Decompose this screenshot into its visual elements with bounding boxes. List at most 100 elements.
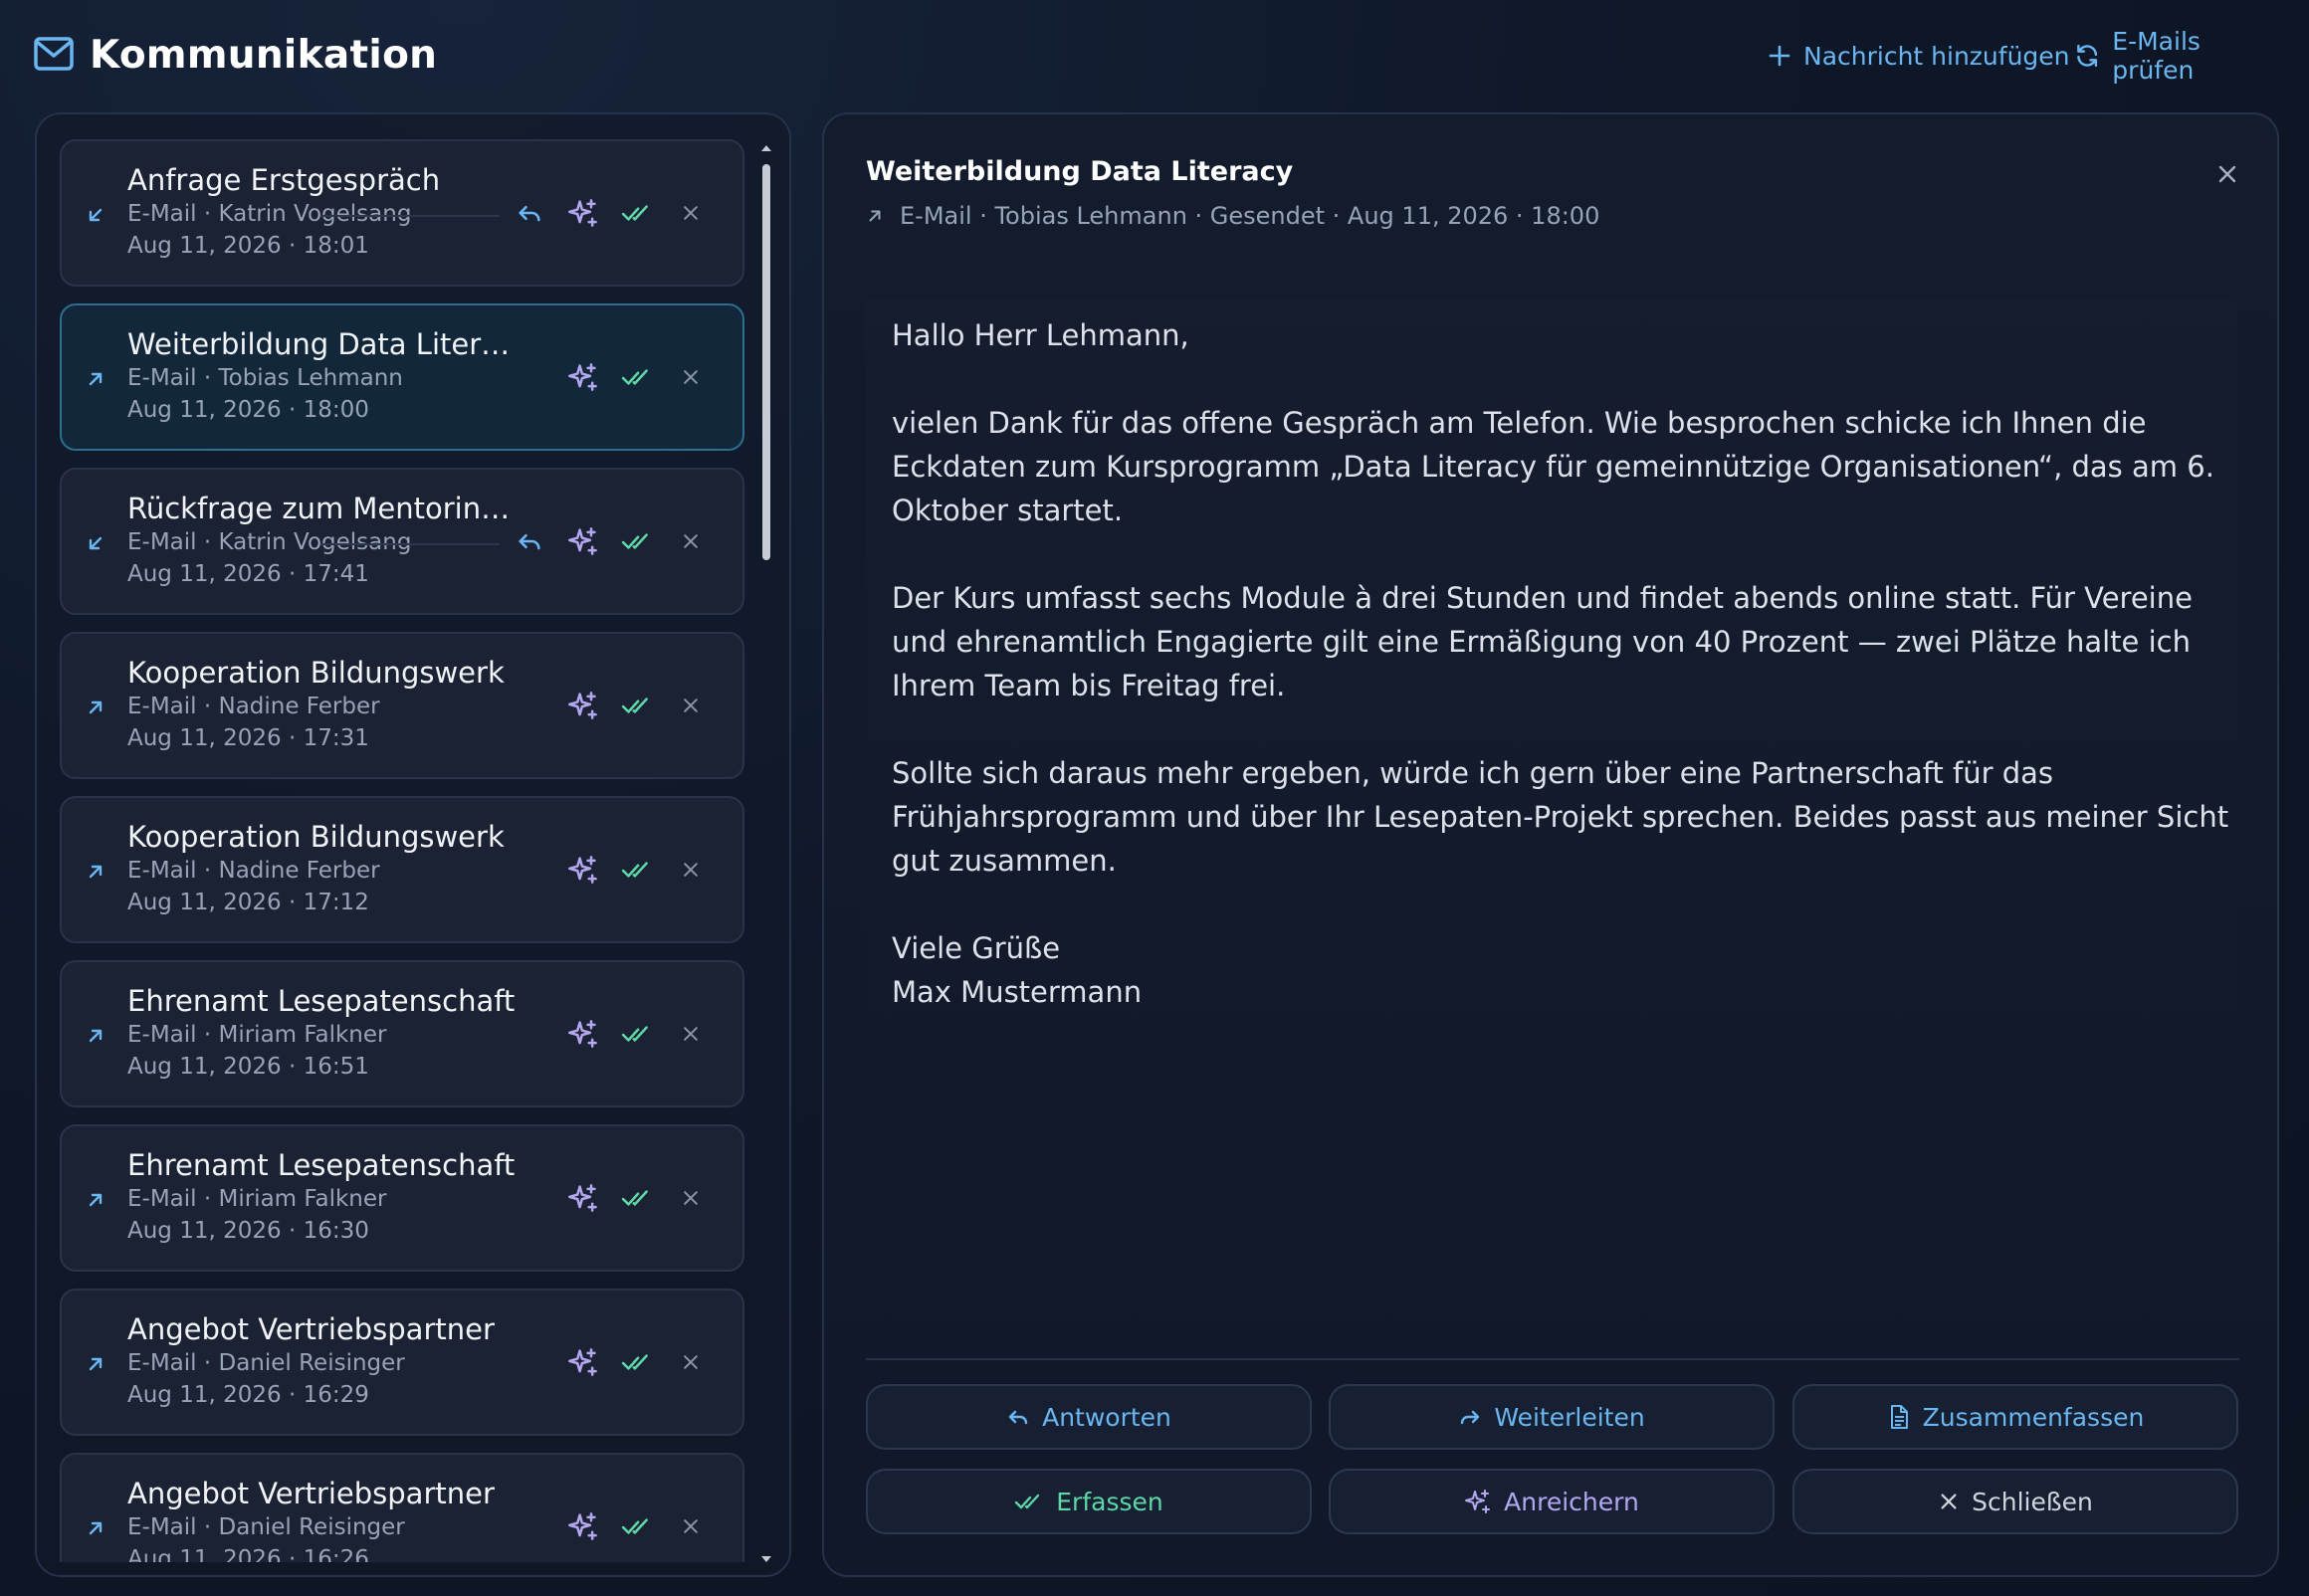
dismiss-button[interactable] bbox=[673, 195, 709, 231]
enrich-button[interactable] bbox=[565, 852, 601, 888]
close-button[interactable]: Schließen bbox=[1792, 1469, 2238, 1534]
enrich-button[interactable] bbox=[565, 195, 601, 231]
double-check-icon bbox=[1015, 1494, 1040, 1509]
dismiss-button[interactable] bbox=[673, 1344, 709, 1380]
message-meta: E-Mail · Daniel Reisinger bbox=[127, 1514, 405, 1540]
message-detail-panel: Weiterbildung Data Literacy E-Mail · Tob… bbox=[822, 112, 2279, 1577]
detail-title: Weiterbildung Data Literacy bbox=[866, 156, 1294, 187]
enrich-button[interactable] bbox=[565, 523, 601, 559]
enrich-button[interactable] bbox=[565, 1016, 601, 1052]
mark-done-button[interactable] bbox=[619, 1344, 655, 1380]
mark-done-button[interactable] bbox=[619, 1180, 655, 1216]
sparkles-icon bbox=[568, 199, 597, 227]
reply-button[interactable] bbox=[512, 523, 547, 559]
arrow-up-right-icon bbox=[89, 1193, 103, 1207]
scrollbar-thumb[interactable] bbox=[762, 164, 770, 560]
body-paragraph-2: Der Kurs umfasst sechs Module à drei Stu… bbox=[892, 581, 2193, 702]
scrollbar[interactable] bbox=[760, 142, 772, 1565]
message-subject: Rückfrage zum Mentoring ... bbox=[127, 492, 525, 525]
sparkles-icon bbox=[568, 363, 597, 391]
message-subject: Anfrage Erstgespräch bbox=[127, 163, 441, 197]
sparkles-icon bbox=[568, 1348, 597, 1376]
arrow-up-right-icon bbox=[89, 1029, 103, 1043]
mark-done-button[interactable] bbox=[619, 195, 655, 231]
dismiss-button[interactable] bbox=[673, 852, 709, 888]
mark-done-button[interactable] bbox=[619, 688, 655, 723]
message-date: Aug 11, 2026 · 18:00 bbox=[127, 397, 369, 423]
close-icon bbox=[684, 1027, 698, 1041]
double-check-icon bbox=[621, 205, 648, 221]
check-emails-button[interactable]: E-Mails prüfen bbox=[2074, 27, 2279, 85]
divider bbox=[320, 215, 500, 217]
enrich-button[interactable]: Anreichern bbox=[1329, 1469, 1775, 1534]
message-card[interactable]: Anfrage Erstgespräch E-Mail · Katrin Voge… bbox=[60, 139, 744, 287]
body-closing: Viele Grüße bbox=[892, 931, 1061, 965]
mark-done-button[interactable] bbox=[619, 1508, 655, 1544]
message-card[interactable]: Rückfrage zum Mentoring ... E-Mail · Katr… bbox=[60, 468, 744, 615]
dismiss-button[interactable] bbox=[673, 1508, 709, 1544]
message-card[interactable]: Weiterbildung Data Literacy E-Mail · Tobi… bbox=[60, 303, 744, 451]
message-meta: E-Mail · Daniel Reisinger bbox=[127, 1350, 405, 1376]
dismiss-button[interactable] bbox=[673, 688, 709, 723]
sparkles-icon bbox=[568, 692, 597, 719]
mark-done-button[interactable] bbox=[619, 523, 655, 559]
add-message-label: Nachricht hinzufügen bbox=[1803, 41, 2070, 71]
message-list[interactable]: Anfrage Erstgespräch E-Mail · Katrin Voge… bbox=[60, 139, 746, 1562]
message-date: Aug 11, 2026 · 18:01 bbox=[127, 233, 369, 259]
message-date: Aug 11, 2026 · 16:26 bbox=[127, 1546, 369, 1562]
reply-button[interactable] bbox=[512, 195, 547, 231]
arrow-down-left-icon bbox=[89, 536, 103, 550]
close-icon bbox=[684, 206, 698, 220]
double-check-icon bbox=[621, 862, 648, 878]
capture-label: Erfassen bbox=[1056, 1487, 1163, 1516]
message-card[interactable]: Ehrenamt Lesepatenschaft E-Mail · Miriam … bbox=[60, 1124, 744, 1272]
capture-button[interactable]: Erfassen bbox=[866, 1469, 1312, 1534]
plus-icon bbox=[1769, 45, 1790, 67]
double-check-icon bbox=[621, 1026, 648, 1042]
mark-done-button[interactable] bbox=[619, 852, 655, 888]
body-paragraph-3: Sollte sich daraus mehr ergeben, würde i… bbox=[892, 756, 2229, 878]
message-card[interactable]: Angebot Vertriebspartner E-Mail · Daniel … bbox=[60, 1453, 744, 1562]
message-card[interactable]: Kooperation Bildungswerk E-Mail · Nadine … bbox=[60, 796, 744, 943]
dismiss-button[interactable] bbox=[673, 1180, 709, 1216]
forward-label: Weiterleiten bbox=[1494, 1402, 1645, 1432]
arrow-up-right-icon bbox=[89, 700, 103, 714]
message-card[interactable]: Ehrenamt Lesepatenschaft E-Mail · Miriam … bbox=[60, 960, 744, 1107]
forward-button[interactable]: Weiterleiten bbox=[1329, 1384, 1775, 1450]
summarize-button[interactable]: Zusammenfassen bbox=[1792, 1384, 2238, 1450]
dismiss-button[interactable] bbox=[673, 1016, 709, 1052]
enrich-button[interactable] bbox=[565, 359, 601, 395]
message-date: Aug 11, 2026 · 16:51 bbox=[127, 1054, 369, 1080]
message-subject: Ehrenamt Lesepatenschaft bbox=[127, 984, 516, 1018]
enrich-button[interactable] bbox=[565, 1508, 601, 1544]
message-card[interactable]: Kooperation Bildungswerk E-Mail · Nadine … bbox=[60, 632, 744, 779]
mark-done-button[interactable] bbox=[619, 359, 655, 395]
message-date: Aug 11, 2026 · 16:30 bbox=[127, 1218, 369, 1244]
message-meta: E-Mail · Miriam Falkner bbox=[127, 1022, 387, 1048]
close-icon bbox=[684, 370, 698, 384]
dismiss-button[interactable] bbox=[673, 523, 709, 559]
enrich-button[interactable] bbox=[565, 688, 601, 723]
detail-meta-text: E-Mail · Tobias Lehmann · Gesendet · Aug… bbox=[900, 202, 1600, 230]
message-date: Aug 11, 2026 · 17:41 bbox=[127, 561, 369, 587]
body-paragraph-1: vielen Dank für das offene Gespräch am T… bbox=[892, 406, 2214, 527]
add-message-button[interactable]: Nachricht hinzufügen bbox=[1768, 36, 2070, 76]
message-meta: E-Mail · Tobias Lehmann bbox=[127, 365, 403, 391]
close-detail-button[interactable] bbox=[2209, 156, 2245, 192]
message-date: Aug 11, 2026 · 16:29 bbox=[127, 1382, 369, 1408]
enrich-button[interactable] bbox=[565, 1344, 601, 1380]
message-card[interactable]: Angebot Vertriebspartner E-Mail · Daniel … bbox=[60, 1289, 744, 1436]
body-greeting: Hallo Herr Lehmann, bbox=[892, 318, 1189, 352]
dismiss-button[interactable] bbox=[673, 359, 709, 395]
scroll-up-icon[interactable] bbox=[760, 142, 772, 154]
close-icon bbox=[2218, 165, 2236, 183]
message-date: Aug 11, 2026 · 17:31 bbox=[127, 725, 369, 751]
scroll-down-icon[interactable] bbox=[760, 1553, 772, 1565]
arrow-up-right-icon bbox=[869, 210, 881, 222]
double-check-icon bbox=[621, 1518, 648, 1534]
enrich-label: Anreichern bbox=[1504, 1487, 1639, 1516]
mark-done-button[interactable] bbox=[619, 1016, 655, 1052]
reply-button[interactable]: Antworten bbox=[866, 1384, 1312, 1450]
enrich-button[interactable] bbox=[565, 1180, 601, 1216]
close-icon bbox=[684, 534, 698, 548]
